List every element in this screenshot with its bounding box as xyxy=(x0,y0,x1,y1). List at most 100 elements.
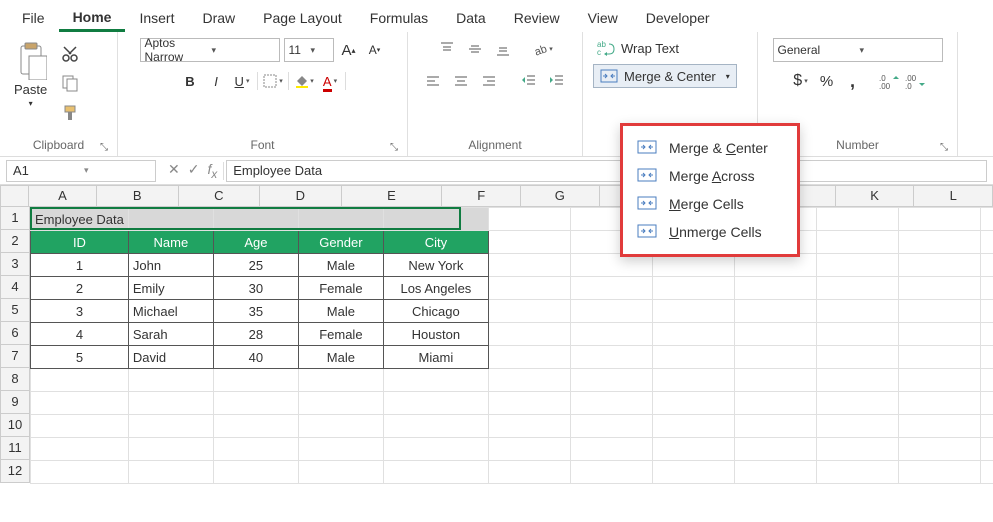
cell[interactable] xyxy=(383,461,488,484)
cell[interactable]: 1 xyxy=(31,254,129,277)
tab-review[interactable]: Review xyxy=(500,6,574,30)
cell[interactable] xyxy=(383,438,488,461)
cell[interactable] xyxy=(570,323,652,346)
tab-view[interactable]: View xyxy=(574,6,632,30)
cell[interactable] xyxy=(488,254,570,277)
cell[interactable] xyxy=(31,438,129,461)
cell[interactable] xyxy=(652,438,734,461)
cell[interactable] xyxy=(298,415,383,438)
align-center-button[interactable] xyxy=(450,70,472,92)
clipboard-launcher[interactable]: ⤡ xyxy=(97,140,111,154)
cell[interactable] xyxy=(488,300,570,323)
cell[interactable] xyxy=(898,438,980,461)
underline-button[interactable]: U xyxy=(231,70,253,92)
cell[interactable] xyxy=(816,300,898,323)
align-bottom-button[interactable] xyxy=(492,38,514,60)
row-header[interactable]: 7 xyxy=(0,345,30,368)
select-all-corner[interactable] xyxy=(0,185,29,207)
cell[interactable] xyxy=(128,461,213,484)
cell[interactable] xyxy=(570,346,652,369)
merge-center-button[interactable]: Merge & Center ▾ xyxy=(593,64,737,88)
cell[interactable] xyxy=(734,461,816,484)
cancel-formula-button[interactable]: ✕ xyxy=(168,161,180,181)
cell[interactable] xyxy=(980,438,993,461)
cell[interactable] xyxy=(898,277,980,300)
font-name-combo[interactable]: Aptos Narrow▾ xyxy=(140,38,280,62)
cell[interactable] xyxy=(816,208,898,231)
tab-file[interactable]: File xyxy=(8,6,59,30)
cell[interactable] xyxy=(652,392,734,415)
decrease-font-button[interactable]: A▾ xyxy=(364,39,386,61)
row-header[interactable]: 5 xyxy=(0,299,30,322)
cell[interactable] xyxy=(734,277,816,300)
cell[interactable] xyxy=(980,277,993,300)
row-header[interactable]: 2 xyxy=(0,230,30,253)
cell[interactable]: 30 xyxy=(213,277,298,300)
cell[interactable]: Male xyxy=(298,346,383,369)
cell[interactable] xyxy=(652,277,734,300)
cell[interactable] xyxy=(570,300,652,323)
cell[interactable] xyxy=(816,346,898,369)
cell[interactable]: 4 xyxy=(31,323,129,346)
cell[interactable]: City xyxy=(383,231,488,254)
cell[interactable] xyxy=(816,231,898,254)
cell[interactable] xyxy=(128,415,213,438)
cell[interactable] xyxy=(488,323,570,346)
cell[interactable] xyxy=(652,300,734,323)
cell[interactable] xyxy=(31,415,129,438)
cell[interactable] xyxy=(898,392,980,415)
accounting-format-button[interactable]: $ xyxy=(790,70,812,92)
cell[interactable]: Male xyxy=(298,300,383,323)
tab-insert[interactable]: Insert xyxy=(125,6,188,30)
cell[interactable] xyxy=(816,369,898,392)
cell[interactable]: 40 xyxy=(213,346,298,369)
cell[interactable]: Houston xyxy=(383,323,488,346)
cell[interactable]: 2 xyxy=(31,277,129,300)
cell[interactable] xyxy=(652,346,734,369)
fill-color-button[interactable] xyxy=(293,70,315,92)
font-color-button[interactable]: A xyxy=(319,70,341,92)
row-header[interactable]: 9 xyxy=(0,391,30,414)
column-header[interactable]: G xyxy=(521,185,600,207)
align-left-button[interactable] xyxy=(422,70,444,92)
cell[interactable] xyxy=(816,461,898,484)
cell[interactable] xyxy=(488,461,570,484)
orientation-button[interactable]: ab xyxy=(532,38,554,60)
menu-item-merge-center[interactable]: Merge & Center xyxy=(623,134,797,162)
tab-page-layout[interactable]: Page Layout xyxy=(249,6,356,30)
cell[interactable] xyxy=(383,208,488,231)
cell[interactable] xyxy=(488,208,570,231)
fx-button[interactable]: fx xyxy=(207,161,217,181)
cell[interactable] xyxy=(816,254,898,277)
cell[interactable] xyxy=(213,438,298,461)
cell[interactable] xyxy=(383,392,488,415)
cell[interactable]: Name xyxy=(128,231,213,254)
cell[interactable] xyxy=(298,438,383,461)
row-header[interactable]: 12 xyxy=(0,460,30,483)
cell[interactable] xyxy=(734,392,816,415)
row-header[interactable]: 8 xyxy=(0,368,30,391)
copy-button[interactable] xyxy=(59,72,81,94)
cell[interactable]: New York xyxy=(383,254,488,277)
cell[interactable] xyxy=(980,392,993,415)
cell[interactable]: Age xyxy=(213,231,298,254)
cell[interactable] xyxy=(898,231,980,254)
cell[interactable] xyxy=(898,300,980,323)
column-header[interactable]: D xyxy=(260,185,342,207)
cell[interactable] xyxy=(980,346,993,369)
tab-formulas[interactable]: Formulas xyxy=(356,6,442,30)
cell[interactable] xyxy=(31,461,129,484)
cell[interactable] xyxy=(488,415,570,438)
row-header[interactable]: 6 xyxy=(0,322,30,345)
cell[interactable] xyxy=(816,277,898,300)
cell[interactable]: Female xyxy=(298,323,383,346)
cell[interactable] xyxy=(298,461,383,484)
cell[interactable] xyxy=(898,208,980,231)
tab-home[interactable]: Home xyxy=(59,5,126,32)
cell[interactable]: Emily xyxy=(128,277,213,300)
row-header[interactable]: 3 xyxy=(0,253,30,276)
row-header[interactable]: 10 xyxy=(0,414,30,437)
align-top-button[interactable] xyxy=(436,38,458,60)
column-header[interactable]: B xyxy=(97,185,179,207)
cell[interactable] xyxy=(652,323,734,346)
